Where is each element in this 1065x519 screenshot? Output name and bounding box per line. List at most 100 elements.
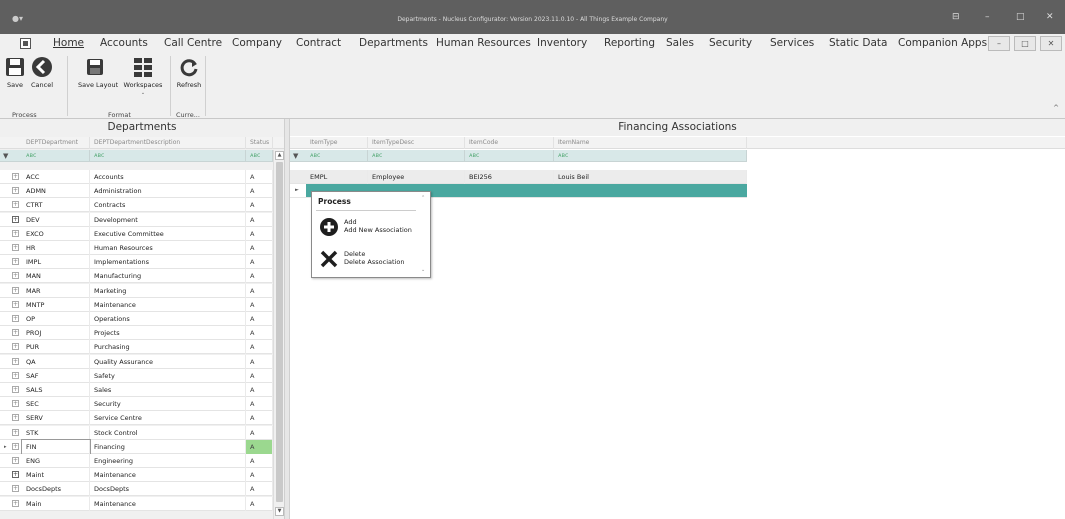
table-row[interactable]: + ACC Accounts A <box>0 170 273 184</box>
cell-department[interactable]: SAF <box>22 368 90 383</box>
table-row[interactable]: + PROJ Projects A <box>0 326 273 341</box>
menu-reporting[interactable]: Reporting <box>604 37 655 49</box>
cell-status[interactable]: A <box>246 368 273 383</box>
popup-scrollbar[interactable]: ⌃ ⌄ <box>419 193 429 276</box>
cell-status[interactable]: A <box>246 241 273 255</box>
cell-description[interactable]: Administration <box>90 184 246 199</box>
table-row[interactable]: + IMPL Implementations A <box>0 255 273 270</box>
menu-human-resources[interactable]: Human Resources <box>436 37 531 49</box>
cell-status[interactable]: A <box>246 383 273 397</box>
menu-inventory[interactable]: Inventory <box>537 37 587 49</box>
cell-status[interactable]: A <box>246 468 273 483</box>
cell-status[interactable]: A <box>246 226 273 241</box>
menu-departments[interactable]: Departments <box>359 37 428 49</box>
departments-scrollbar[interactable]: ▲ ▼ <box>273 150 284 519</box>
col-header-itemname[interactable]: ItemName <box>554 137 747 149</box>
table-row[interactable]: + ADMN Administration A <box>0 184 273 199</box>
cell-description[interactable]: Accounts <box>90 170 246 184</box>
expand-row-icon[interactable]: + <box>12 499 19 507</box>
mdi-restore-button[interactable]: □ <box>1014 36 1036 51</box>
cell-department[interactable]: DEV <box>22 212 90 227</box>
cell-status[interactable]: A <box>246 439 273 454</box>
cell-description[interactable]: Security <box>90 397 246 412</box>
expand-row-icon[interactable]: + <box>12 329 19 337</box>
cell-department[interactable]: STK <box>22 425 90 440</box>
expand-row-icon[interactable]: + <box>12 400 19 408</box>
ribbon-collapse-icon[interactable]: ^ <box>1053 104 1059 112</box>
filter-status[interactable]: ᴀʙc <box>246 150 273 162</box>
table-row[interactable]: + MAN Manufacturing A <box>0 269 273 284</box>
cell-department[interactable]: EXCO <box>22 226 90 241</box>
cell-description[interactable]: DocsDepts <box>90 482 246 497</box>
table-row[interactable]: + QA Quality Assurance A <box>0 354 273 369</box>
table-row[interactable]: + DocsDepts DocsDepts A <box>0 482 273 497</box>
cell-description[interactable]: Purchasing <box>90 340 246 355</box>
chevron-down-icon[interactable]: ⌄ <box>122 90 164 96</box>
cell-department[interactable]: CTRT <box>22 198 90 213</box>
cell-description[interactable]: Human Resources <box>90 241 246 255</box>
table-row[interactable]: + CTRT Contracts A <box>0 198 273 213</box>
filter-description[interactable]: ᴀʙc <box>90 150 246 162</box>
cell-description[interactable]: Marketing <box>90 283 246 298</box>
table-row[interactable]: + Main Maintenance A <box>0 496 273 511</box>
cell-description[interactable]: Service Centre <box>90 411 246 426</box>
cell-department[interactable]: SALS <box>22 383 90 397</box>
menu-services[interactable]: Services <box>770 37 814 49</box>
minimize-button[interactable]: – <box>985 12 990 22</box>
expand-row-icon[interactable]: + <box>12 386 19 393</box>
expand-row-icon[interactable]: + <box>12 485 19 493</box>
cell-description[interactable]: Executive Committee <box>90 226 246 241</box>
cell-department[interactable]: Main <box>22 496 90 511</box>
cell-department[interactable]: OP <box>22 312 90 326</box>
col-header-description[interactable]: DEPTDepartmentDescription <box>90 137 246 149</box>
expand-row-icon[interactable]: + <box>12 457 19 464</box>
expand-row-icon[interactable]: + <box>12 258 19 266</box>
cell-description[interactable]: Maintenance <box>90 297 246 312</box>
menu-company[interactable]: Company <box>232 37 282 49</box>
refresh-button[interactable]: Refresh <box>176 56 202 89</box>
cell-description[interactable]: Sales <box>90 383 246 397</box>
cell-department[interactable]: ADMN <box>22 184 90 199</box>
cell-status[interactable]: A <box>246 411 273 426</box>
cell-status[interactable]: A <box>246 212 273 227</box>
scroll-thumb[interactable] <box>276 162 283 502</box>
cell-status[interactable]: A <box>246 312 273 326</box>
table-row[interactable]: + EXCO Executive Committee A <box>0 226 273 241</box>
table-row[interactable]: + STK Stock Control A <box>0 425 273 440</box>
menu-companion-apps[interactable]: Companion Apps <box>898 37 987 49</box>
cell-department[interactable]: MNTP <box>22 297 90 312</box>
menu-call-centre[interactable]: Call Centre <box>164 37 222 49</box>
filter-itemtypedesc[interactable]: ᴀʙc <box>368 150 465 162</box>
expand-row-icon[interactable]: + <box>12 343 19 351</box>
cell-status[interactable]: A <box>246 482 273 497</box>
cell-description[interactable]: Manufacturing <box>90 269 246 284</box>
cell-department[interactable]: MAR <box>22 283 90 298</box>
scroll-down-arrow[interactable]: ▼ <box>275 507 284 516</box>
cell-description[interactable]: Financing <box>90 439 246 454</box>
close-button[interactable]: ✕ <box>1046 12 1054 22</box>
cell-department[interactable]: SERV <box>22 411 90 426</box>
expand-row-icon[interactable]: + <box>12 315 19 322</box>
cell-status[interactable]: A <box>246 170 273 184</box>
menu-accounts[interactable]: Accounts <box>100 37 148 49</box>
expand-row-icon[interactable]: + <box>12 201 19 209</box>
col-header-itemtypedesc[interactable]: ItemTypeDesc <box>368 137 465 149</box>
col-header-itemtype[interactable]: ItemType <box>306 137 368 149</box>
cell-description[interactable]: Development <box>90 212 246 227</box>
save-button[interactable]: Save <box>4 56 26 89</box>
cell-status[interactable]: A <box>246 496 273 511</box>
cell-department[interactable]: ACC <box>22 170 90 184</box>
cell-status[interactable]: A <box>246 297 273 312</box>
cell-department[interactable]: FIN <box>21 438 91 455</box>
cell-description[interactable]: Projects <box>90 326 246 341</box>
cell-status[interactable]: A <box>246 326 273 341</box>
cell-status[interactable]: A <box>246 340 273 355</box>
table-row[interactable]: ▸ + FIN Financing A <box>0 438 273 455</box>
table-row[interactable]: + ENG Engineering A <box>0 454 273 468</box>
expand-row-icon[interactable]: + <box>12 173 19 180</box>
cell-description[interactable]: Stock Control <box>90 425 246 440</box>
expand-row-icon[interactable]: + <box>12 428 19 436</box>
file-menu-icon[interactable] <box>20 38 31 49</box>
table-row[interactable]: + Maint Maintenance A <box>0 468 273 483</box>
cell-department[interactable]: DocsDepts <box>22 482 90 497</box>
